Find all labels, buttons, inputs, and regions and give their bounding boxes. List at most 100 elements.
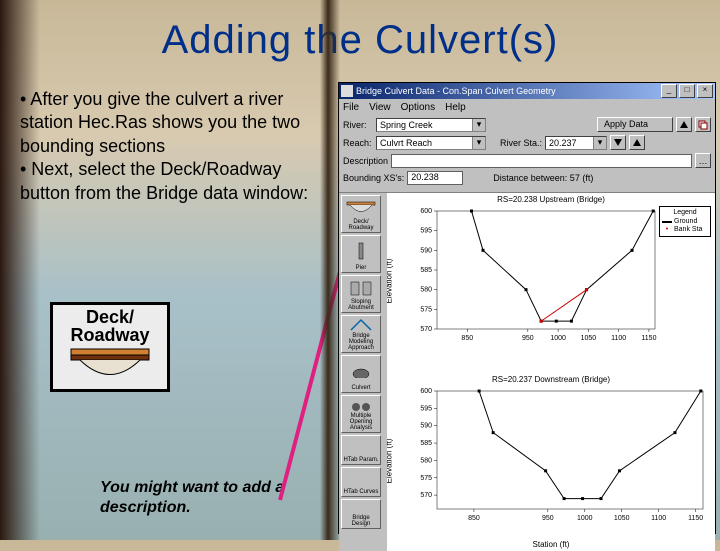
description-label: Description (343, 156, 388, 166)
footnote-text: You might want to add a description. (100, 478, 310, 518)
page-title: Adding the Culvert(s) (0, 18, 720, 63)
svg-text:580: 580 (420, 457, 432, 464)
svg-text:1150: 1150 (641, 335, 656, 342)
svg-text:1050: 1050 (581, 335, 597, 342)
svg-text:570: 570 (420, 492, 432, 499)
legend-title: Legend (662, 209, 708, 216)
chart-title: RS=20.237 Downstream (Bridge) (387, 375, 715, 384)
tool-label: Bridge Design (343, 515, 379, 527)
close-button[interactable]: × (697, 84, 713, 98)
minimize-button[interactable]: _ (661, 84, 677, 98)
svg-text:1000: 1000 (550, 335, 566, 342)
side-toolbar: Deck/ Roadway Pier Sloping Abutment Brid… (339, 193, 387, 551)
abutment-icon (350, 277, 372, 299)
deck-icon (346, 197, 376, 219)
svg-text:1000: 1000 (577, 515, 593, 522)
sloping-abutment-tool[interactable]: Sloping Abutment (341, 275, 381, 313)
multiple-opening-icon (350, 397, 372, 413)
legend-item: Bank Sta (674, 226, 702, 233)
river-combo[interactable]: Spring Creek ▾ (376, 118, 486, 132)
menu-view[interactable]: View (369, 102, 391, 113)
svg-text:575: 575 (420, 475, 432, 482)
multiple-opening-tool[interactable]: Multiple Opening Analysis (341, 395, 381, 433)
svg-text:1050: 1050 (614, 515, 630, 522)
upstream-chart: RS=20.238 Upstream (Bridge) Elevation (f… (387, 193, 715, 369)
bounding-label: Bounding XS's: (343, 173, 404, 183)
svg-text:595: 595 (420, 228, 432, 235)
tool-label: HTab Param. (343, 457, 378, 463)
svg-text:1150: 1150 (688, 515, 703, 522)
x-axis-label: Station (ft) (387, 540, 715, 549)
deck-roadway-tool[interactable]: Deck/ Roadway (341, 195, 381, 233)
chevron-down-icon: ▾ (593, 137, 606, 149)
chevron-down-icon: ▾ (472, 137, 485, 149)
y-axis-label: Elevation (ft) (387, 259, 394, 304)
svg-text:1100: 1100 (611, 335, 626, 342)
htab-curves-tool[interactable]: HTab Curves (341, 467, 381, 497)
bullet-1: • After you give the culvert a river sta… (20, 89, 300, 156)
chart-area: RS=20.238 Upstream (Bridge) Elevation (f… (387, 193, 715, 551)
reach-value: Culvrt Reach (377, 138, 472, 148)
river-sta-value: 20.237 (546, 138, 593, 148)
chart-plot: 8509501000105011001150570575580585590595… (411, 207, 661, 347)
legend-item: Ground (674, 218, 697, 225)
bridge-design-tool[interactable]: Bridge Design (341, 499, 381, 529)
svg-text:595: 595 (420, 405, 432, 412)
nav-up-button-2[interactable] (629, 135, 645, 150)
modeling-icon (349, 317, 373, 333)
svg-text:850: 850 (468, 515, 480, 522)
menu-options[interactable]: Options (401, 102, 435, 113)
nav-up-button[interactable] (676, 117, 692, 132)
bridge-modeling-tool[interactable]: Bridge Modeling Approach (341, 315, 381, 353)
bridge-culvert-window: Bridge Culvert Data - Con.Span Culvert G… (338, 82, 716, 534)
chart-title: RS=20.238 Upstream (Bridge) (387, 195, 715, 204)
svg-text:950: 950 (542, 515, 554, 522)
deck-roadway-button[interactable]: Deck/ Roadway (50, 302, 170, 392)
svg-text:850: 850 (461, 335, 473, 342)
description-input[interactable] (391, 154, 692, 168)
menu-help[interactable]: Help (445, 102, 466, 113)
reach-label: Reach: (343, 138, 373, 148)
tool-label: Sloping Abutment (343, 299, 379, 311)
svg-text:590: 590 (420, 423, 432, 430)
deck-label-2: Roadway (70, 325, 149, 345)
legend: Legend Ground •Bank Sta (659, 206, 711, 237)
svg-text:950: 950 (522, 335, 534, 342)
y-axis-label: Elevation (ft) (387, 439, 394, 484)
river-sta-combo[interactable]: 20.237 ▾ (545, 136, 607, 150)
svg-text:570: 570 (420, 326, 432, 333)
titlebar[interactable]: Bridge Culvert Data - Con.Span Culvert G… (339, 83, 715, 99)
bounding-value: 20.238 (407, 171, 463, 185)
bullet-2: • Next, select the Deck/Roadway button f… (20, 159, 308, 202)
nav-down-button[interactable] (610, 135, 626, 150)
svg-text:600: 600 (420, 208, 432, 215)
culvert-icon (350, 357, 372, 385)
river-label: River: (343, 120, 373, 130)
app-icon (341, 85, 353, 97)
menu-file[interactable]: File (343, 102, 359, 113)
tool-label: Culvert (351, 385, 370, 391)
chevron-down-icon: ▾ (472, 119, 485, 131)
pier-tool[interactable]: Pier (341, 235, 381, 273)
maximize-button[interactable]: □ (679, 84, 695, 98)
svg-text:585: 585 (420, 440, 432, 447)
svg-text:600: 600 (420, 388, 432, 395)
copy-button[interactable] (695, 117, 711, 132)
svg-text:585: 585 (420, 267, 432, 274)
description-expand-button[interactable]: … (695, 153, 711, 168)
downstream-chart: RS=20.237 Downstream (Bridge) Elevation … (387, 373, 715, 549)
distance-between-text: Distance between: 57 (ft) (493, 173, 593, 183)
deck-label-1: Deck/ (86, 307, 134, 327)
tool-label: Multiple Opening Analysis (343, 413, 379, 431)
htab-param-tool[interactable]: HTab Param. (341, 435, 381, 465)
river-sta-label: River Sta.: (500, 138, 542, 148)
menubar: File View Options Help (339, 99, 715, 115)
body-text: • After you give the culvert a river sta… (20, 88, 320, 205)
culvert-tool[interactable]: Culvert (341, 355, 381, 393)
apply-data-button[interactable]: Apply Data (597, 117, 673, 132)
svg-text:580: 580 (420, 287, 432, 294)
deck-icon (53, 345, 167, 390)
reach-combo[interactable]: Culvrt Reach ▾ (376, 136, 486, 150)
svg-text:590: 590 (420, 247, 432, 254)
tool-label: Bridge Modeling Approach (343, 333, 379, 351)
